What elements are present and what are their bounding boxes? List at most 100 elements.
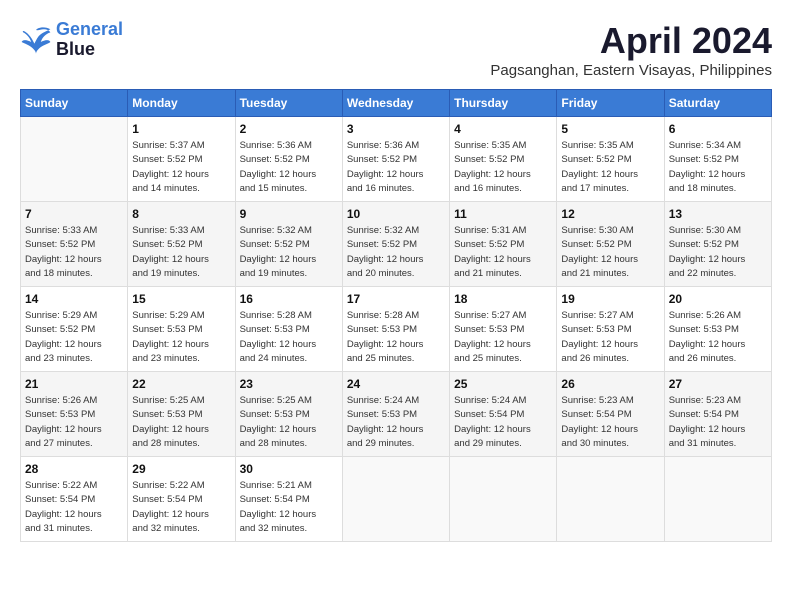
calendar-cell: 11 Sunrise: 5:31 AMSunset: 5:52 PMDayligh… [450, 202, 557, 287]
day-number: 5 [561, 122, 659, 136]
calendar-cell: 8 Sunrise: 5:33 AMSunset: 5:52 PMDaylight… [128, 202, 235, 287]
day-number: 1 [132, 122, 230, 136]
calendar-cell: 14 Sunrise: 5:29 AMSunset: 5:52 PMDayligh… [21, 287, 128, 372]
day-info: Sunrise: 5:34 AMSunset: 5:52 PMDaylight:… [669, 139, 767, 196]
calendar-cell: 9 Sunrise: 5:32 AMSunset: 5:52 PMDaylight… [235, 202, 342, 287]
day-info: Sunrise: 5:25 AMSunset: 5:53 PMDaylight:… [240, 394, 338, 451]
weekday-header: Wednesday [342, 90, 449, 117]
day-info: Sunrise: 5:21 AMSunset: 5:54 PMDaylight:… [240, 479, 338, 536]
calendar-cell: 20Sunrise: 5:26 AMSunset: 5:53 PMDayligh… [664, 287, 771, 372]
calendar-cell: 6Sunrise: 5:34 AMSunset: 5:52 PMDaylight… [664, 117, 771, 202]
day-number: 16 [240, 292, 338, 306]
calendar-cell [664, 457, 771, 542]
calendar-cell: 17 Sunrise: 5:28 AMSunset: 5:53 PMDayligh… [342, 287, 449, 372]
day-info: Sunrise: 5:30 AMSunset: 5:52 PMDaylight:… [669, 224, 767, 281]
calendar-table: SundayMondayTuesdayWednesdayThursdayFrid… [20, 89, 772, 542]
day-info: Sunrise: 5:31 AMSunset: 5:52 PMDaylight:… [454, 224, 552, 281]
month-title: April 2024 [490, 20, 772, 62]
day-number: 15 [132, 292, 230, 306]
day-number: 27 [669, 377, 767, 391]
day-number: 30 [240, 462, 338, 476]
calendar-week-row: 1 Sunrise: 5:37 AMSunset: 5:52 PMDaylight… [21, 117, 772, 202]
calendar-cell: 1 Sunrise: 5:37 AMSunset: 5:52 PMDaylight… [128, 117, 235, 202]
calendar-cell: 12 Sunrise: 5:30 AMSunset: 5:52 PMDayligh… [557, 202, 664, 287]
calendar-cell: 28 Sunrise: 5:22 AMSunset: 5:54 PMDayligh… [21, 457, 128, 542]
logo-text: General Blue [56, 20, 123, 60]
day-number: 7 [25, 207, 123, 221]
weekday-header: Monday [128, 90, 235, 117]
day-info: Sunrise: 5:25 AMSunset: 5:53 PMDaylight:… [132, 394, 230, 451]
calendar-week-row: 21 Sunrise: 5:26 AMSunset: 5:53 PMDayligh… [21, 372, 772, 457]
calendar-cell [342, 457, 449, 542]
day-info: Sunrise: 5:29 AMSunset: 5:52 PMDaylight:… [25, 309, 123, 366]
day-number: 11 [454, 207, 552, 221]
calendar-cell: 19 Sunrise: 5:27 AMSunset: 5:53 PMDayligh… [557, 287, 664, 372]
day-number: 23 [240, 377, 338, 391]
day-number: 2 [240, 122, 338, 136]
calendar-cell: 29 Sunrise: 5:22 AMSunset: 5:54 PMDayligh… [128, 457, 235, 542]
calendar-cell: 21 Sunrise: 5:26 AMSunset: 5:53 PMDayligh… [21, 372, 128, 457]
day-number: 12 [561, 207, 659, 221]
day-number: 17 [347, 292, 445, 306]
calendar-cell: 13 Sunrise: 5:30 AMSunset: 5:52 PMDayligh… [664, 202, 771, 287]
day-number: 19 [561, 292, 659, 306]
calendar-cell: 23 Sunrise: 5:25 AMSunset: 5:53 PMDayligh… [235, 372, 342, 457]
calendar-cell: 18Sunrise: 5:27 AMSunset: 5:53 PMDayligh… [450, 287, 557, 372]
day-info: Sunrise: 5:23 AMSunset: 5:54 PMDaylight:… [561, 394, 659, 451]
day-info: Sunrise: 5:32 AMSunset: 5:52 PMDaylight:… [240, 224, 338, 281]
day-number: 14 [25, 292, 123, 306]
day-number: 8 [132, 207, 230, 221]
calendar-cell: 22 Sunrise: 5:25 AMSunset: 5:53 PMDayligh… [128, 372, 235, 457]
calendar-cell: 26 Sunrise: 5:23 AMSunset: 5:54 PMDayligh… [557, 372, 664, 457]
calendar-cell: 25 Sunrise: 5:24 AMSunset: 5:54 PMDayligh… [450, 372, 557, 457]
day-number: 29 [132, 462, 230, 476]
day-info: Sunrise: 5:22 AMSunset: 5:54 PMDaylight:… [25, 479, 123, 536]
day-info: Sunrise: 5:35 AMSunset: 5:52 PMDaylight:… [561, 139, 659, 196]
calendar-week-row: 7 Sunrise: 5:33 AMSunset: 5:52 PMDaylight… [21, 202, 772, 287]
day-number: 9 [240, 207, 338, 221]
title-block: April 2024 Pagsanghan, Eastern Visayas, … [490, 20, 772, 79]
day-info: Sunrise: 5:24 AMSunset: 5:54 PMDaylight:… [454, 394, 552, 451]
day-info: Sunrise: 5:23 AMSunset: 5:54 PMDaylight:… [669, 394, 767, 451]
day-number: 22 [132, 377, 230, 391]
day-number: 13 [669, 207, 767, 221]
calendar-cell: 7 Sunrise: 5:33 AMSunset: 5:52 PMDaylight… [21, 202, 128, 287]
day-info: Sunrise: 5:35 AMSunset: 5:52 PMDaylight:… [454, 139, 552, 196]
day-number: 20 [669, 292, 767, 306]
day-info: Sunrise: 5:28 AMSunset: 5:53 PMDaylight:… [240, 309, 338, 366]
day-info: Sunrise: 5:27 AMSunset: 5:53 PMDaylight:… [454, 309, 552, 366]
calendar-cell: 3 Sunrise: 5:36 AMSunset: 5:52 PMDaylight… [342, 117, 449, 202]
day-info: Sunrise: 5:36 AMSunset: 5:52 PMDaylight:… [347, 139, 445, 196]
calendar-cell: 4 Sunrise: 5:35 AMSunset: 5:52 PMDaylight… [450, 117, 557, 202]
calendar-cell: 2 Sunrise: 5:36 AMSunset: 5:52 PMDaylight… [235, 117, 342, 202]
day-number: 3 [347, 122, 445, 136]
calendar-week-row: 14 Sunrise: 5:29 AMSunset: 5:52 PMDayligh… [21, 287, 772, 372]
day-info: Sunrise: 5:22 AMSunset: 5:54 PMDaylight:… [132, 479, 230, 536]
calendar-cell: 16 Sunrise: 5:28 AMSunset: 5:53 PMDayligh… [235, 287, 342, 372]
location-title: Pagsanghan, Eastern Visayas, Philippines [490, 62, 772, 79]
day-info: Sunrise: 5:37 AMSunset: 5:52 PMDaylight:… [132, 139, 230, 196]
day-info: Sunrise: 5:26 AMSunset: 5:53 PMDaylight:… [25, 394, 123, 451]
day-info: Sunrise: 5:29 AMSunset: 5:53 PMDaylight:… [132, 309, 230, 366]
calendar-cell: 15 Sunrise: 5:29 AMSunset: 5:53 PMDayligh… [128, 287, 235, 372]
calendar-cell: 30 Sunrise: 5:21 AMSunset: 5:54 PMDayligh… [235, 457, 342, 542]
calendar-week-row: 28 Sunrise: 5:22 AMSunset: 5:54 PMDayligh… [21, 457, 772, 542]
logo: General Blue [20, 20, 123, 60]
weekday-header: Saturday [664, 90, 771, 117]
day-number: 26 [561, 377, 659, 391]
day-info: Sunrise: 5:27 AMSunset: 5:53 PMDaylight:… [561, 309, 659, 366]
calendar-cell: 27 Sunrise: 5:23 AMSunset: 5:54 PMDayligh… [664, 372, 771, 457]
day-info: Sunrise: 5:33 AMSunset: 5:52 PMDaylight:… [132, 224, 230, 281]
day-info: Sunrise: 5:30 AMSunset: 5:52 PMDaylight:… [561, 224, 659, 281]
day-number: 25 [454, 377, 552, 391]
page-header: General Blue April 2024 Pagsanghan, East… [20, 20, 772, 79]
day-info: Sunrise: 5:36 AMSunset: 5:52 PMDaylight:… [240, 139, 338, 196]
day-info: Sunrise: 5:28 AMSunset: 5:53 PMDaylight:… [347, 309, 445, 366]
day-number: 21 [25, 377, 123, 391]
day-number: 4 [454, 122, 552, 136]
weekday-header: Thursday [450, 90, 557, 117]
day-info: Sunrise: 5:33 AMSunset: 5:52 PMDaylight:… [25, 224, 123, 281]
day-info: Sunrise: 5:32 AMSunset: 5:52 PMDaylight:… [347, 224, 445, 281]
calendar-cell: 10Sunrise: 5:32 AMSunset: 5:52 PMDayligh… [342, 202, 449, 287]
day-number: 28 [25, 462, 123, 476]
